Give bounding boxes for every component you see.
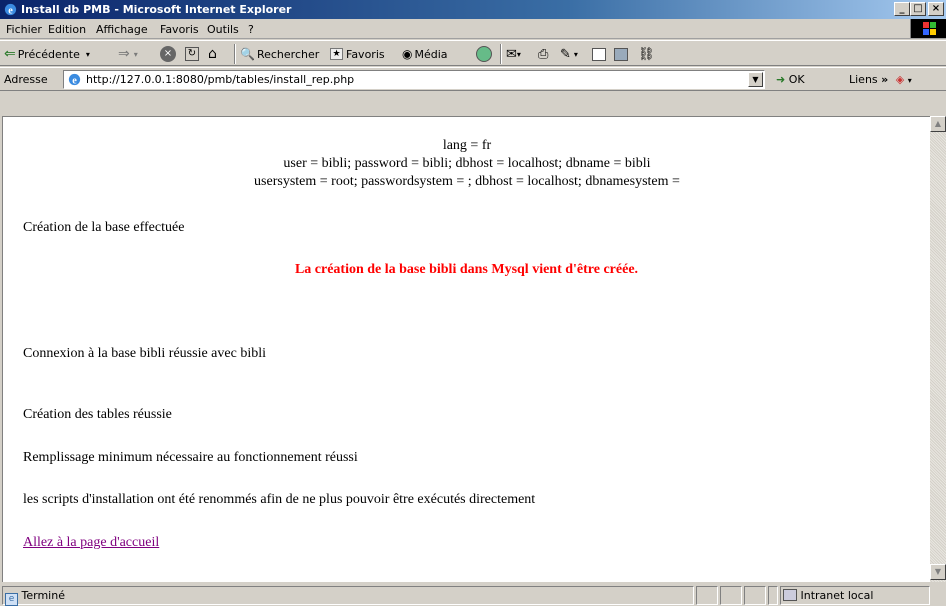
back-button[interactable]: ⇐ Précédente ▾ — [4, 45, 90, 63]
discuss-icon — [592, 47, 606, 61]
maximize-button[interactable]: □ — [910, 2, 926, 16]
chevron-right-icon: » — [881, 73, 889, 86]
search-icon: 🔍 — [240, 47, 255, 61]
status-text: Terminé — [21, 589, 65, 602]
history-button[interactable] — [476, 45, 492, 63]
favorites-icon: ★ — [330, 48, 343, 60]
param-user: user = bibli; password = bibli; dbhost =… — [283, 156, 651, 171]
mail-button[interactable]: ✉ ▾ — [506, 45, 521, 63]
menu-affichage[interactable]: Affichage — [96, 23, 148, 36]
svg-text:e: e — [72, 75, 77, 86]
chevron-down-icon: ▾ — [516, 49, 521, 59]
address-bar: Adresse e http://127.0.0.1:8080/pmb/tabl… — [0, 67, 946, 91]
tables-text: Création des tables réussie — [23, 407, 172, 422]
address-dropdown-button[interactable]: ▼ — [748, 72, 763, 87]
window-title: Install db PMB - Microsoft Internet Expl… — [21, 3, 292, 16]
chevron-down-icon: ▾ — [573, 49, 578, 59]
favorites-label: Favoris — [346, 47, 385, 61]
go-label: OK — [788, 73, 805, 86]
scripts-text: les scripts d'installation ont été renom… — [23, 492, 536, 507]
edit-icon: ✎ — [560, 46, 571, 62]
fill-text: Remplissage minimum nécessaire au foncti… — [23, 450, 358, 465]
zone-text: Intranet local — [800, 589, 874, 602]
messenger-button[interactable] — [614, 45, 628, 63]
chevron-down-icon: ▾ — [85, 49, 90, 59]
back-arrow-icon: ⇐ — [4, 46, 16, 62]
status-panel-blank-4 — [768, 586, 778, 605]
svg-text:e: e — [8, 5, 13, 16]
toolbar: ⇐ Précédente ▾ ⇒ ▾ × ↻ ⌂ 🔍 Rechercher ★ … — [0, 40, 946, 66]
home-button[interactable]: ⌂ — [208, 45, 217, 63]
menu-edition[interactable]: Edition — [48, 23, 86, 36]
chevron-down-icon: ▾ — [133, 49, 138, 59]
refresh-icon: ↻ — [185, 47, 199, 61]
media-button[interactable]: ◉ Média — [402, 45, 448, 63]
favorites-button[interactable]: ★ Favoris — [330, 45, 385, 63]
address-url: http://127.0.0.1:8080/pmb/tables/install… — [86, 73, 355, 86]
edit-button[interactable]: ✎ ▾ — [560, 45, 578, 63]
discuss-button[interactable] — [592, 45, 606, 63]
research-icon: ⛓ — [638, 46, 655, 62]
go-arrow-icon: ➜ — [776, 73, 786, 86]
messenger-icon — [614, 47, 628, 61]
refresh-button[interactable]: ↻ — [185, 45, 199, 63]
go-button[interactable]: ➜ OK — [776, 73, 805, 86]
links-tool-icon: ◈ — [895, 73, 905, 86]
forward-arrow-icon: ⇒ — [118, 46, 130, 62]
close-button[interactable]: × — [928, 2, 944, 16]
done-page-icon: e — [5, 593, 18, 606]
media-icon: ◉ — [402, 47, 413, 61]
status-panel-blank-3 — [744, 586, 766, 605]
menu-help[interactable]: ? — [248, 23, 254, 36]
links-button[interactable]: Liens » ◈ ▾ — [849, 73, 912, 86]
creation-done-text: Création de la base effectuée — [23, 220, 185, 235]
address-input[interactable]: e http://127.0.0.1:8080/pmb/tables/insta… — [63, 70, 765, 89]
creation-success-message: La création de la base bibli dans Mysql … — [294, 262, 639, 277]
history-icon — [476, 46, 492, 62]
search-label: Rechercher — [256, 47, 320, 61]
search-button[interactable]: 🔍 Rechercher — [240, 45, 319, 63]
menu-outils[interactable]: Outils — [207, 23, 239, 36]
research-button[interactable]: ⛓ — [638, 45, 655, 63]
media-label: Média — [414, 47, 448, 61]
print-icon: ⎙ — [538, 46, 549, 62]
back-label: Précédente — [17, 47, 80, 61]
forward-button[interactable]: ⇒ ▾ — [118, 45, 138, 63]
param-system: usersystem = root; passwordsystem = ; db… — [254, 174, 680, 189]
page-content: lang = fr user = bibli; password = bibli… — [2, 116, 930, 582]
intranet-icon — [783, 589, 797, 601]
address-label: Adresse — [4, 73, 48, 86]
windows-logo-icon — [910, 19, 946, 38]
title-bar: e Install db PMB - Microsoft Internet Ex… — [0, 0, 946, 19]
print-button[interactable]: ⎙ — [538, 45, 548, 63]
scroll-down-button[interactable]: ▼ — [930, 564, 946, 580]
status-panel-blank-1 — [696, 586, 718, 605]
vertical-scrollbar[interactable]: ▲ ▼ — [930, 116, 946, 582]
home-link[interactable]: Allez à la page d'accueil — [23, 535, 159, 550]
scroll-up-button[interactable]: ▲ — [930, 116, 946, 132]
security-zone-panel: Intranet local — [780, 586, 930, 605]
param-lang: lang = fr — [442, 138, 492, 153]
menu-bar: Fichier Edition Affichage Favoris Outils… — [0, 19, 946, 39]
menu-fichier[interactable]: Fichier — [6, 23, 42, 36]
links-label: Liens — [849, 73, 878, 86]
status-bar: e Terminé Intranet local — [0, 584, 946, 606]
mail-icon: ✉ — [506, 46, 517, 62]
chevron-down-icon: ▾ — [907, 76, 912, 85]
connection-text: Connexion à la base bibli réussie avec b… — [23, 346, 266, 361]
status-panel-blank-2 — [720, 586, 742, 605]
stop-icon: × — [160, 46, 176, 62]
stop-button[interactable]: × — [160, 45, 176, 63]
ie-icon: e — [68, 73, 81, 86]
status-text-panel: e Terminé — [2, 586, 694, 606]
home-icon: ⌂ — [208, 46, 217, 62]
minimize-button[interactable]: _ — [894, 2, 910, 16]
ie-icon: e — [4, 3, 17, 16]
menu-favoris[interactable]: Favoris — [160, 23, 199, 36]
